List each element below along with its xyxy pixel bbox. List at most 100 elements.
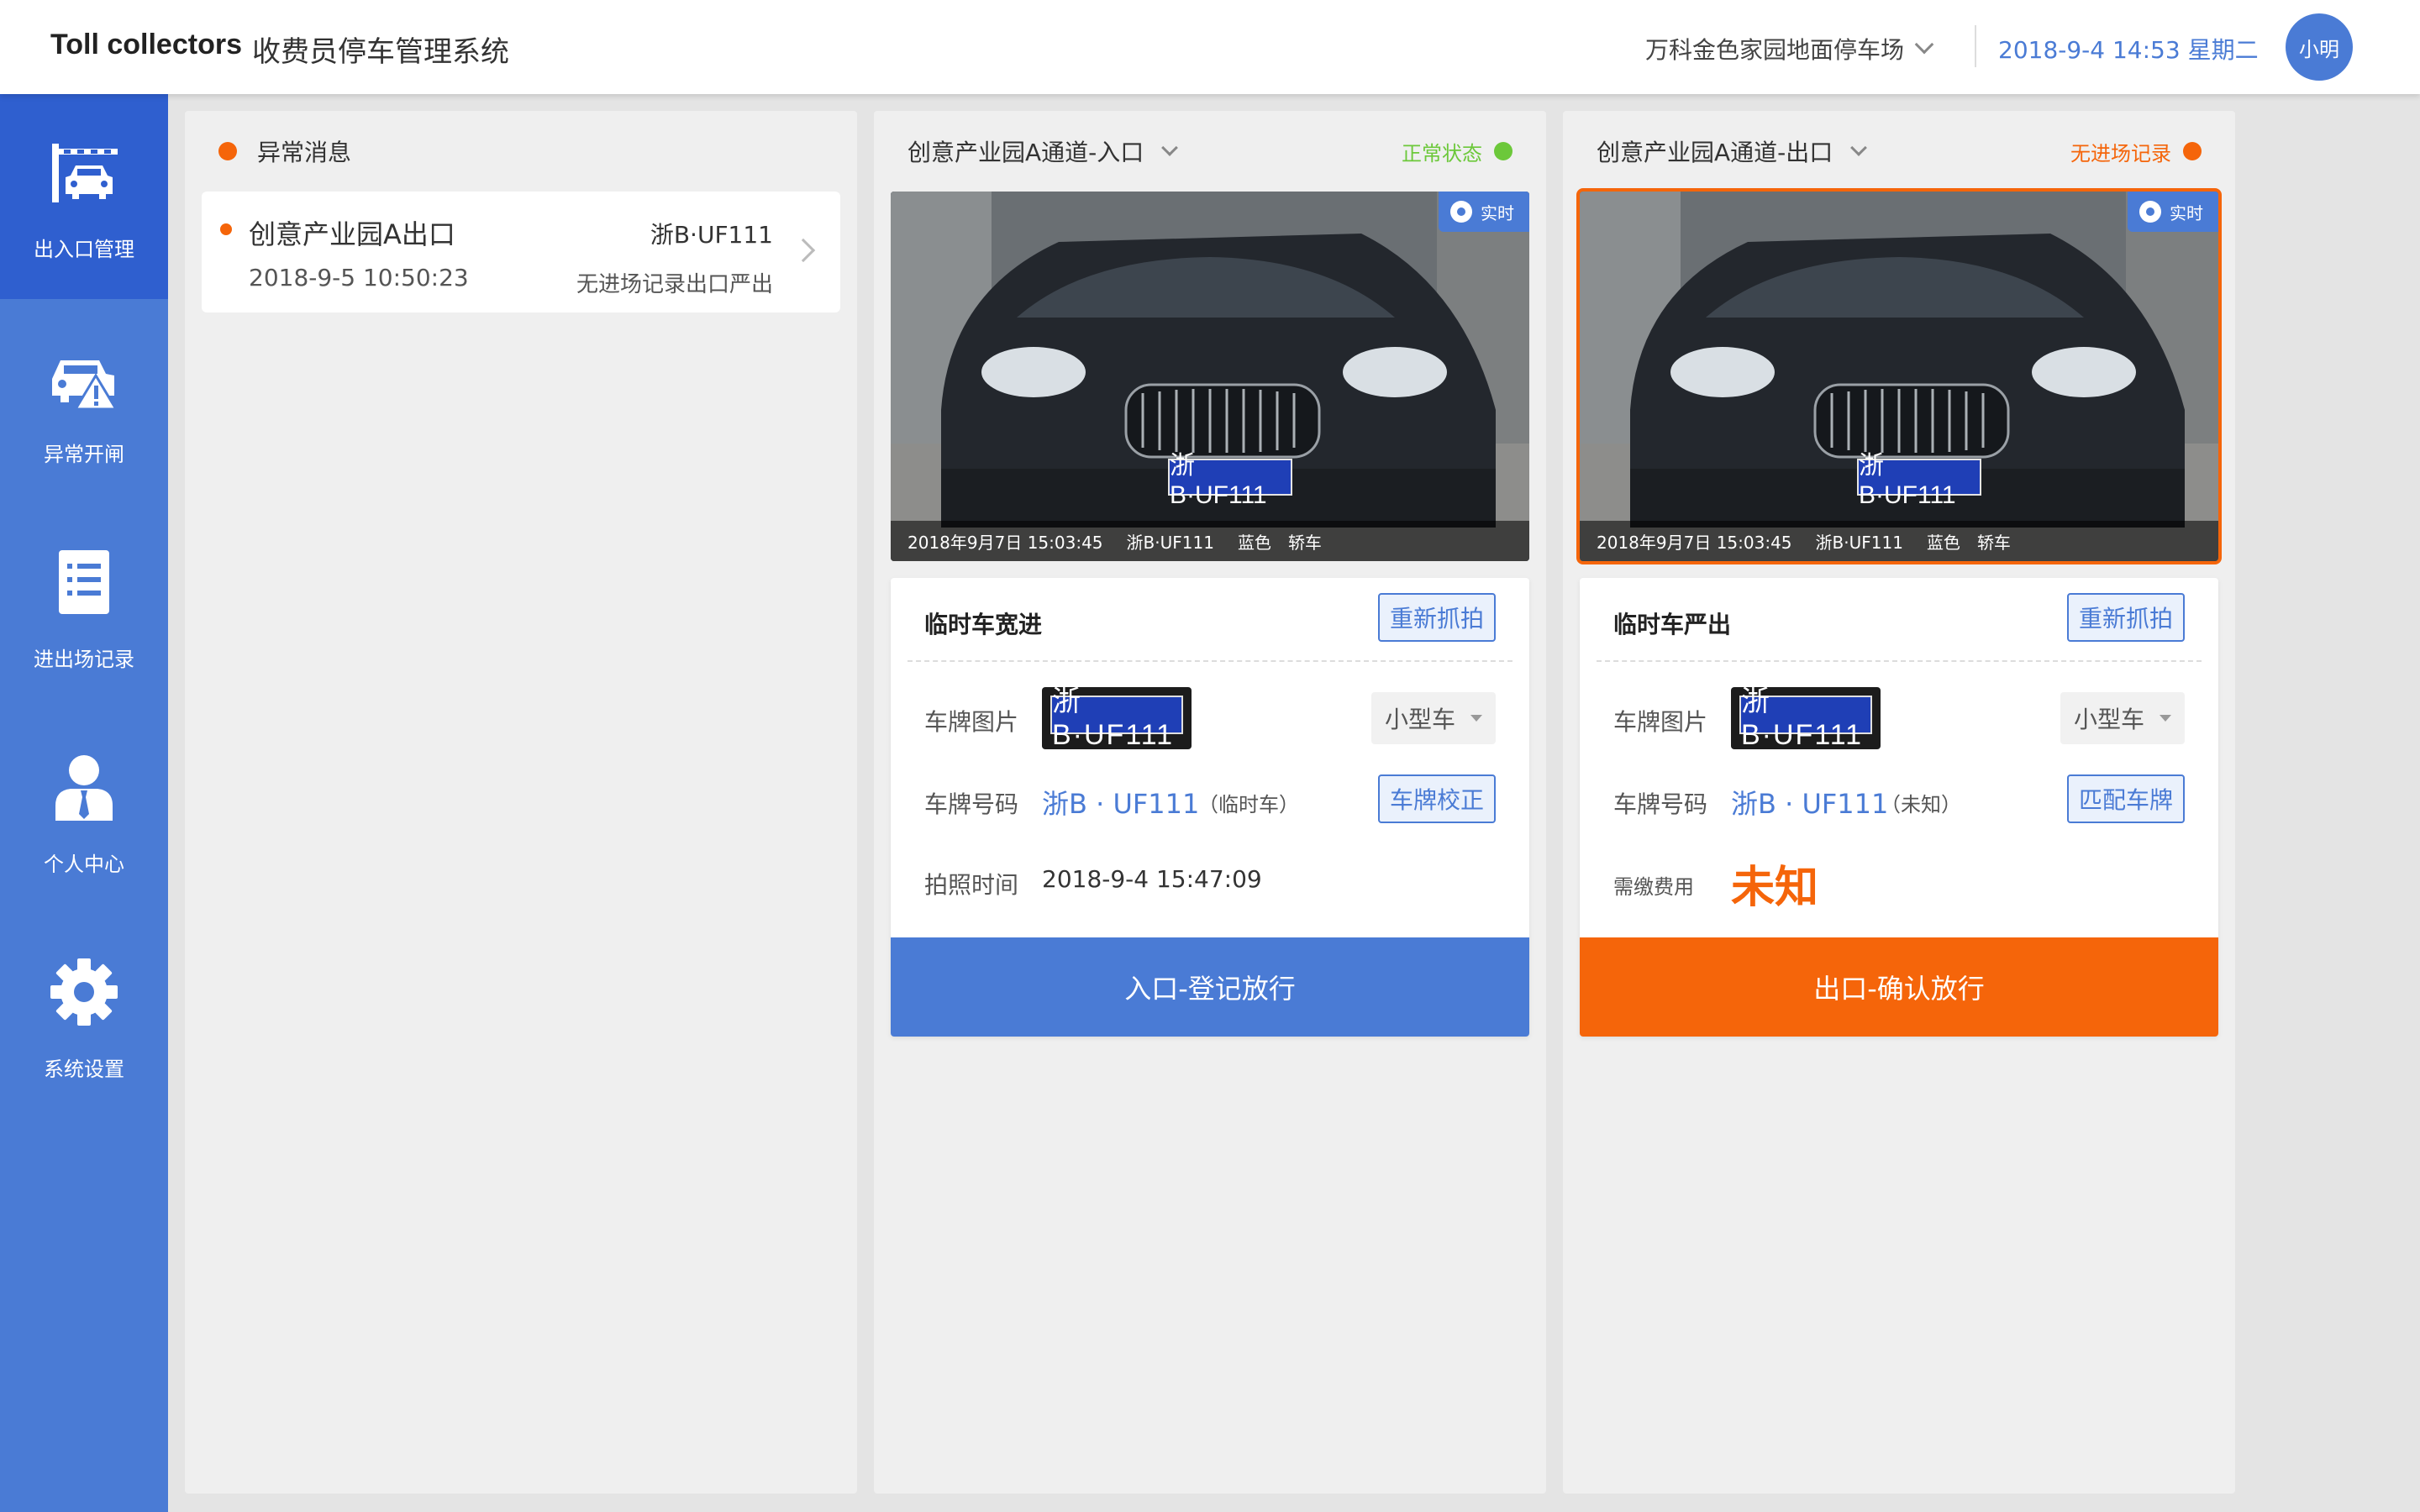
fee-label: 需缴费用 — [1613, 875, 1694, 899]
status-dot-icon — [1494, 142, 1512, 160]
plate-image-label: 车牌图片 — [924, 708, 1019, 736]
caption-time: 2018年9月7日 15:03:45 — [1597, 532, 1792, 553]
message-time: 2018-9-5 10:50:23 — [249, 264, 469, 291]
dashed-divider — [908, 660, 1512, 662]
camera-view: 浙B·UF111 实时 2018年9月7日 15:03:45 浙B·UF111 … — [891, 192, 1529, 561]
sidebar: 出入口管理 异常开闸 进出场记录 个人中心 系统设置 — [0, 94, 168, 1512]
parking-lot-name: 万科金色家园地面停车场 — [1645, 36, 1905, 64]
gate-car-icon — [52, 143, 118, 202]
caret-down-icon — [1470, 715, 1482, 722]
camera-caption: 2018年9月7日 15:03:45 浙B·UF111 蓝色 轿车 — [891, 521, 1529, 561]
card-title: 临时车宽进 — [924, 611, 1043, 638]
panel-header: 创意产业园A通道-入口 正常状态 — [874, 111, 1546, 192]
card-title: 临时车严出 — [1613, 611, 1732, 638]
plate-category: （临时车） — [1198, 793, 1299, 816]
parking-lot-selector[interactable]: 万科金色家园地面停车场 — [1645, 32, 1934, 66]
header-divider — [1975, 25, 1976, 67]
caption-vehicle-type: 轿车 — [1976, 532, 2011, 553]
lane-status-text: 正常状态 — [1402, 141, 1482, 165]
live-badge-label: 实时 — [1481, 202, 1514, 223]
brand-logo: Toll collectors — [50, 29, 242, 60]
entry-release-button[interactable]: 入口-登记放行 — [891, 937, 1529, 1037]
license-plate-on-car: 浙B·UF111 — [1168, 452, 1292, 509]
car-warning-icon — [52, 360, 118, 410]
plate-image-text: 浙B·UF111 — [1739, 687, 1872, 749]
plate-category: （未知） — [1881, 793, 1961, 816]
caret-down-icon — [2160, 715, 2171, 722]
lane-name: 创意产业园A通道-入口 — [908, 139, 1144, 166]
live-badge: 实时 — [1439, 192, 1529, 232]
plate-number-label: 车牌号码 — [1613, 790, 1708, 818]
vehicle-info-card: 临时车严出 重新抓拍 车牌图片 浙B·UF111 小型车 车牌号码 浙B · U… — [1580, 578, 2218, 1037]
list-icon — [59, 549, 109, 614]
live-badge-label: 实时 — [2170, 202, 2203, 223]
caption-time: 2018年9月7日 15:03:45 — [908, 532, 1103, 553]
camera-view: 浙B·UF111 实时 2018年9月7日 15:03:45 浙B·UF111 … — [1576, 188, 2222, 564]
chevron-down-icon — [1850, 139, 1868, 156]
exit-release-button[interactable]: 出口-确认放行 — [1580, 937, 2218, 1037]
message-plate: 浙B·UF111 — [650, 221, 773, 249]
system-title: 收费员停车管理系统 — [252, 35, 509, 69]
sidebar-item-settings[interactable]: 系统设置 — [0, 914, 168, 1119]
message-location: 创意产业园A出口 — [249, 218, 455, 250]
lane-status: 正常状态 — [1402, 137, 1512, 166]
plate-number: 浙B · UF111 — [1731, 788, 1889, 820]
chevron-down-icon — [1161, 139, 1179, 156]
plate-image-label: 车牌图片 — [1613, 708, 1708, 736]
panel-title: 异常消息 — [257, 139, 352, 166]
vehicle-type-value: 小型车 — [2073, 706, 2144, 733]
lane-status-text: 无进场记录 — [2070, 141, 2171, 165]
caption-plate-color: 蓝色 — [1926, 532, 1960, 553]
panel-header: 异常消息 — [185, 111, 857, 192]
vehicle-type-select[interactable]: 小型车 — [1370, 692, 1496, 744]
sidebar-item-abnormal-open[interactable]: 异常开闸 — [0, 299, 168, 504]
sidebar-item-records[interactable]: 进出场记录 — [0, 504, 168, 709]
sidebar-item-label: 异常开闸 — [44, 442, 124, 466]
chevron-right-icon — [791, 238, 816, 263]
lane-name: 创意产业园A通道-出口 — [1597, 139, 1833, 166]
plate-correct-button[interactable]: 车牌校正 — [1377, 774, 1496, 823]
recapture-button[interactable]: 重新抓拍 — [2066, 593, 2185, 642]
plate-image: 浙B·UF111 — [1042, 687, 1192, 749]
caption-vehicle-type: 轿车 — [1287, 532, 1322, 553]
user-icon — [55, 754, 113, 821]
plate-image: 浙B·UF111 — [1731, 687, 1881, 749]
lane-selector[interactable]: 创意产业园A通道-出口 — [1597, 134, 1868, 168]
lane-selector[interactable]: 创意产业园A通道-入口 — [908, 134, 1179, 168]
lane-status: 无进场记录 — [2070, 137, 2202, 166]
license-plate-on-car: 浙B·UF111 — [1857, 452, 1981, 509]
plate-image-text: 浙B·UF111 — [1050, 687, 1183, 749]
sidebar-item-label: 个人中心 — [44, 852, 124, 876]
plate-number-label: 车牌号码 — [924, 790, 1019, 818]
camera-icon — [1450, 201, 1472, 223]
top-header: Toll collectors 收费员停车管理系统 万科金色家园地面停车场 20… — [0, 0, 2420, 94]
sidebar-item-gate-management[interactable]: 出入口管理 — [0, 94, 168, 299]
plate-number: 浙B · UF111 — [1042, 788, 1200, 820]
sidebar-item-label: 系统设置 — [44, 1057, 124, 1081]
abnormal-messages-panel: 异常消息 创意产业园A出口 浙B·UF111 2018-9-5 10:50:23… — [185, 111, 857, 1494]
caption-plate: 浙B·UF111 — [1815, 532, 1903, 553]
entry-lane-panel: 创意产业园A通道-入口 正常状态 浙B·UF111 实时 2018年9月7日 1… — [874, 111, 1546, 1494]
recapture-button[interactable]: 重新抓拍 — [1377, 593, 1496, 642]
gear-icon — [50, 958, 118, 1026]
exit-lane-panel: 创意产业园A通道-出口 无进场记录 浙B·UF111 实时 2018年9月7日 … — [1563, 111, 2235, 1494]
fee-amount: 未知 — [1731, 863, 1819, 913]
camera-icon — [2139, 201, 2161, 223]
camera-caption: 2018年9月7日 15:03:45 浙B·UF111 蓝色 轿车 — [1580, 521, 2218, 561]
vehicle-type-select[interactable]: 小型车 — [2060, 692, 2185, 744]
sidebar-item-label: 出入口管理 — [34, 237, 134, 261]
photo-time-label: 拍照时间 — [924, 871, 1019, 899]
sidebar-item-profile[interactable]: 个人中心 — [0, 709, 168, 914]
message-item[interactable]: 创意产业园A出口 浙B·UF111 2018-9-5 10:50:23 无进场记… — [202, 192, 840, 312]
sidebar-item-label: 进出场记录 — [34, 647, 134, 671]
vehicle-type-value: 小型车 — [1384, 706, 1455, 733]
match-plate-button[interactable]: 匹配车牌 — [2066, 774, 2185, 823]
user-avatar[interactable]: 小明 — [2286, 13, 2353, 81]
photo-time: 2018-9-4 15:47:09 — [1042, 865, 1262, 893]
current-datetime: 2018-9-4 14:53 星期二 — [1998, 36, 2259, 64]
alert-dot-icon — [218, 142, 237, 160]
message-description: 无进场记录出口严出 — [576, 272, 773, 297]
live-badge: 实时 — [2128, 192, 2218, 232]
vehicle-info-card: 临时车宽进 重新抓拍 车牌图片 浙B·UF111 小型车 车牌号码 浙B · U… — [891, 578, 1529, 1037]
unread-dot-icon — [220, 223, 232, 235]
